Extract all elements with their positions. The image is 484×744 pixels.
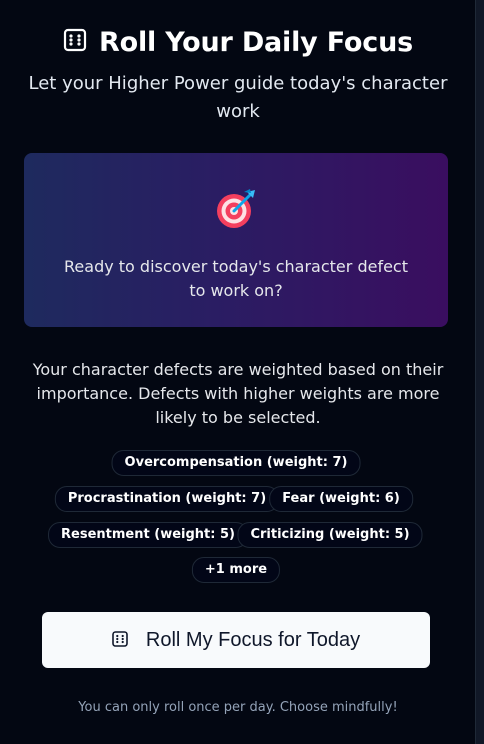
defect-chip: Overcompensation (weight: 7): [111, 450, 361, 476]
defect-chip: Procrastination (weight: 7): [54, 486, 280, 512]
defect-chip: Resentment (weight: 5): [48, 522, 248, 548]
defect-chip: Fear (weight: 6): [269, 486, 413, 512]
defect-chip: Criticizing (weight: 5): [237, 522, 423, 548]
roll-limit-note: You can only roll once per day. Choose m…: [78, 700, 398, 715]
focus-result-card: Ready to discover today's character defe…: [24, 153, 448, 327]
header: Roll Your Daily Focus Let your Higher Po…: [0, 24, 476, 126]
dice-icon: [112, 630, 128, 650]
roll-button-label: Roll My Focus for Today: [145, 628, 361, 651]
focus-panel: Roll Your Daily Focus Let your Higher Po…: [0, 0, 476, 744]
side-border: [475, 0, 484, 744]
target-icon: [214, 187, 258, 235]
more-defects-badge: +1 more: [191, 557, 281, 583]
page-title: Roll Your Daily Focus: [99, 26, 413, 58]
roll-focus-button[interactable]: Roll My Focus for Today: [42, 612, 430, 668]
weighting-note: Your character defects are weighted base…: [32, 360, 444, 427]
title-row: Roll Your Daily Focus: [0, 24, 476, 60]
dice-icon: [63, 28, 87, 56]
page-subtitle: Let your Higher Power guide today's char…: [28, 73, 448, 122]
focus-prompt: Ready to discover today's character defe…: [64, 257, 408, 300]
